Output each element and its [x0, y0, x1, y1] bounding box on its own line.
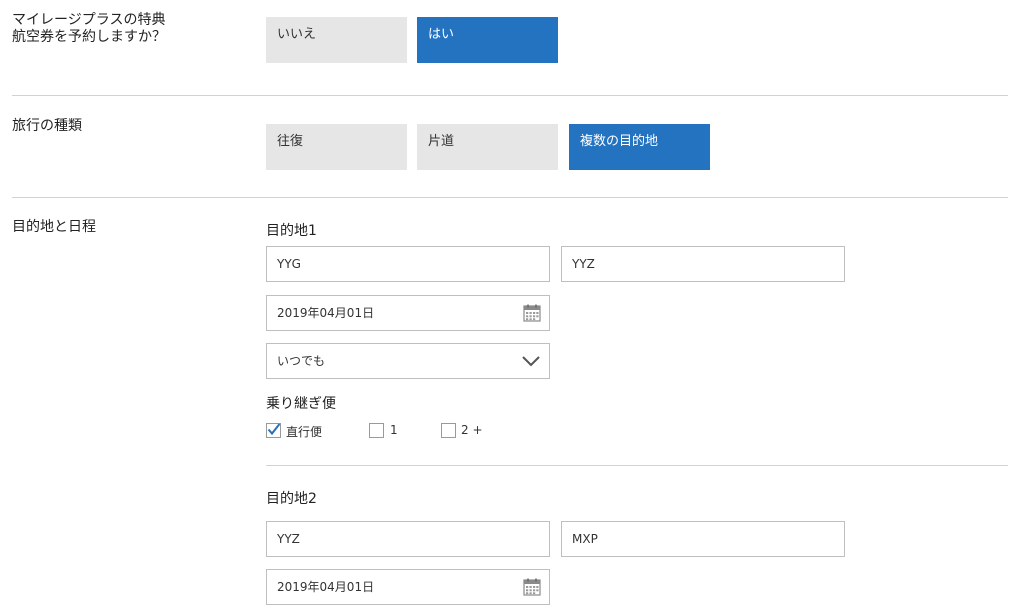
segment-1-destination-input[interactable]: YYZ — [561, 246, 845, 282]
connection-two-plus-checkbox[interactable] — [441, 423, 456, 438]
segment-1-origin-input[interactable]: YYG — [266, 246, 550, 282]
connections-label: 乗り継ぎ便 — [266, 396, 336, 412]
segment-1-time-select[interactable]: いつでも — [266, 343, 550, 379]
segment-2-heading: 目的地2 — [266, 491, 317, 507]
connection-nonstop-label: 直行便 — [286, 425, 323, 439]
section-divider — [12, 197, 1008, 198]
segment-2-date-input[interactable]: 2019年04月01日 — [266, 569, 550, 605]
segment-1-date-input[interactable]: 2019年04月01日 — [266, 295, 550, 331]
connection-nonstop-checkbox[interactable] — [266, 423, 281, 438]
connection-one-stop-label: 1 — [390, 423, 398, 437]
checkmark-icon — [267, 423, 281, 436]
segment-2-destination-input[interactable]: MXP — [561, 521, 845, 557]
award-option-yes[interactable]: はい — [417, 17, 558, 63]
segment-2-origin-input[interactable]: YYZ — [266, 521, 550, 557]
connection-two-plus-label: 2 + — [461, 423, 483, 437]
chevron-down-icon — [522, 356, 540, 367]
segment-2-date-value: 2019年04月01日 — [277, 580, 375, 594]
award-option-no[interactable]: いいえ — [266, 17, 407, 63]
calendar-icon[interactable] — [523, 578, 541, 596]
segment-1-time-value: いつでも — [277, 354, 326, 368]
trip-option-round-trip[interactable]: 往復 — [266, 124, 407, 170]
trip-option-multi-city[interactable]: 複数の目的地 — [569, 124, 710, 170]
segment-1-date-value: 2019年04月01日 — [277, 306, 375, 320]
calendar-icon[interactable] — [523, 304, 541, 322]
section-divider — [12, 95, 1008, 96]
segment-divider — [266, 465, 1008, 466]
trip-option-one-way[interactable]: 片道 — [417, 124, 558, 170]
award-question-label: マイレージプラスの特典航空券を予約しますか？ — [12, 12, 166, 45]
trip-type-label: 旅行の種類 — [12, 118, 82, 134]
segment-1-heading: 目的地1 — [266, 223, 317, 239]
connection-one-stop-checkbox[interactable] — [369, 423, 384, 438]
itinerary-label: 目的地と日程 — [12, 219, 96, 235]
